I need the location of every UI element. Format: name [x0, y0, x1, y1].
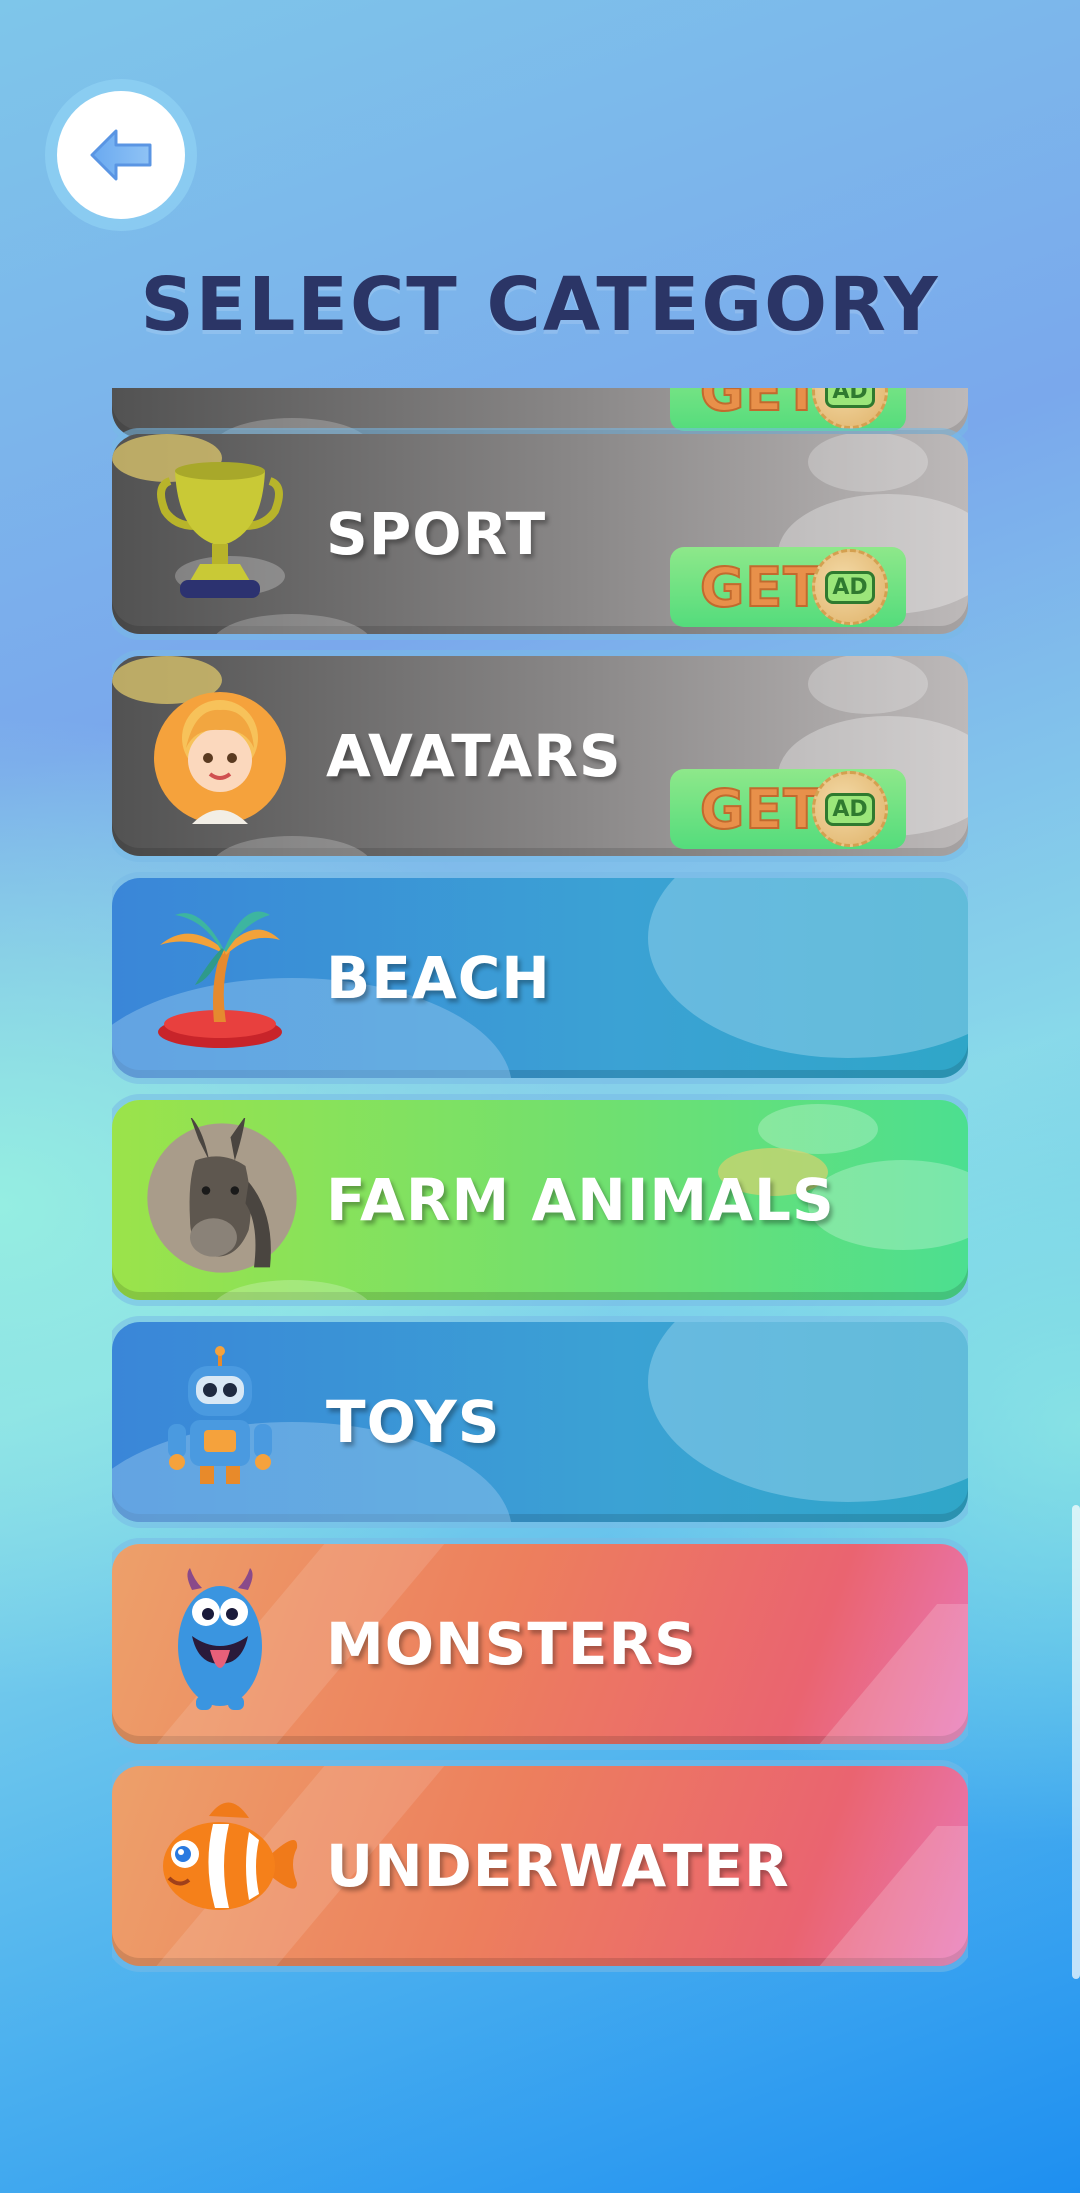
category-card-sport[interactable]: SPORT GET AD [112, 434, 968, 634]
category-card-beach[interactable]: BEACH [112, 878, 968, 1078]
category-label: UNDERWATER [326, 1832, 790, 1900]
decor-bubble [808, 434, 928, 492]
category-label: MONSTERS [326, 1610, 697, 1678]
decor-bubble [648, 878, 968, 1058]
ad-coin-icon: AD [812, 771, 888, 847]
palm-island-icon [158, 911, 282, 1048]
category-card-underwater[interactable]: UNDERWATER [112, 1766, 968, 1966]
avatar-girl-icon [154, 692, 286, 824]
category-label: BEACH [326, 944, 551, 1012]
decor-stripe [718, 1604, 968, 1744]
decor-bubble [808, 656, 928, 714]
ad-coin-icon: AD [812, 388, 888, 429]
category-card-monsters[interactable]: MONSTERS [112, 1544, 968, 1744]
category-label: AVATARS [326, 722, 622, 790]
back-button[interactable] [57, 91, 185, 219]
category-label: SPORT [326, 500, 547, 568]
arrow-left-icon [90, 129, 152, 181]
category-list[interactable]: GET AD SPORT GET AD AVATARS GET AD BEACH… [112, 388, 968, 1988]
decor-bubble [648, 1322, 968, 1502]
scrollbar[interactable] [1072, 1505, 1080, 1979]
category-card-avatars[interactable]: AVATARS GET AD [112, 656, 968, 856]
clownfish-icon [163, 1802, 298, 1910]
category-card-farm-animals[interactable]: FARM ANIMALS [112, 1100, 968, 1300]
monster-icon [178, 1568, 262, 1710]
category-label: TOYS [326, 1388, 501, 1456]
robot-icon [168, 1346, 272, 1484]
get-ad-badge[interactable]: GET AD [670, 547, 906, 627]
category-label: FARM ANIMALS [326, 1166, 835, 1234]
trophy-icon [157, 462, 285, 598]
page-title: SELECT CATEGORY [140, 262, 940, 348]
ad-coin-icon: AD [812, 549, 888, 625]
get-ad-badge[interactable]: GET AD [670, 769, 906, 849]
category-card-toys[interactable]: TOYS [112, 1322, 968, 1522]
donkey-icon [147, 1118, 297, 1273]
get-ad-badge[interactable]: GET AD [670, 388, 906, 431]
category-card-partial[interactable]: GET AD [112, 388, 968, 438]
